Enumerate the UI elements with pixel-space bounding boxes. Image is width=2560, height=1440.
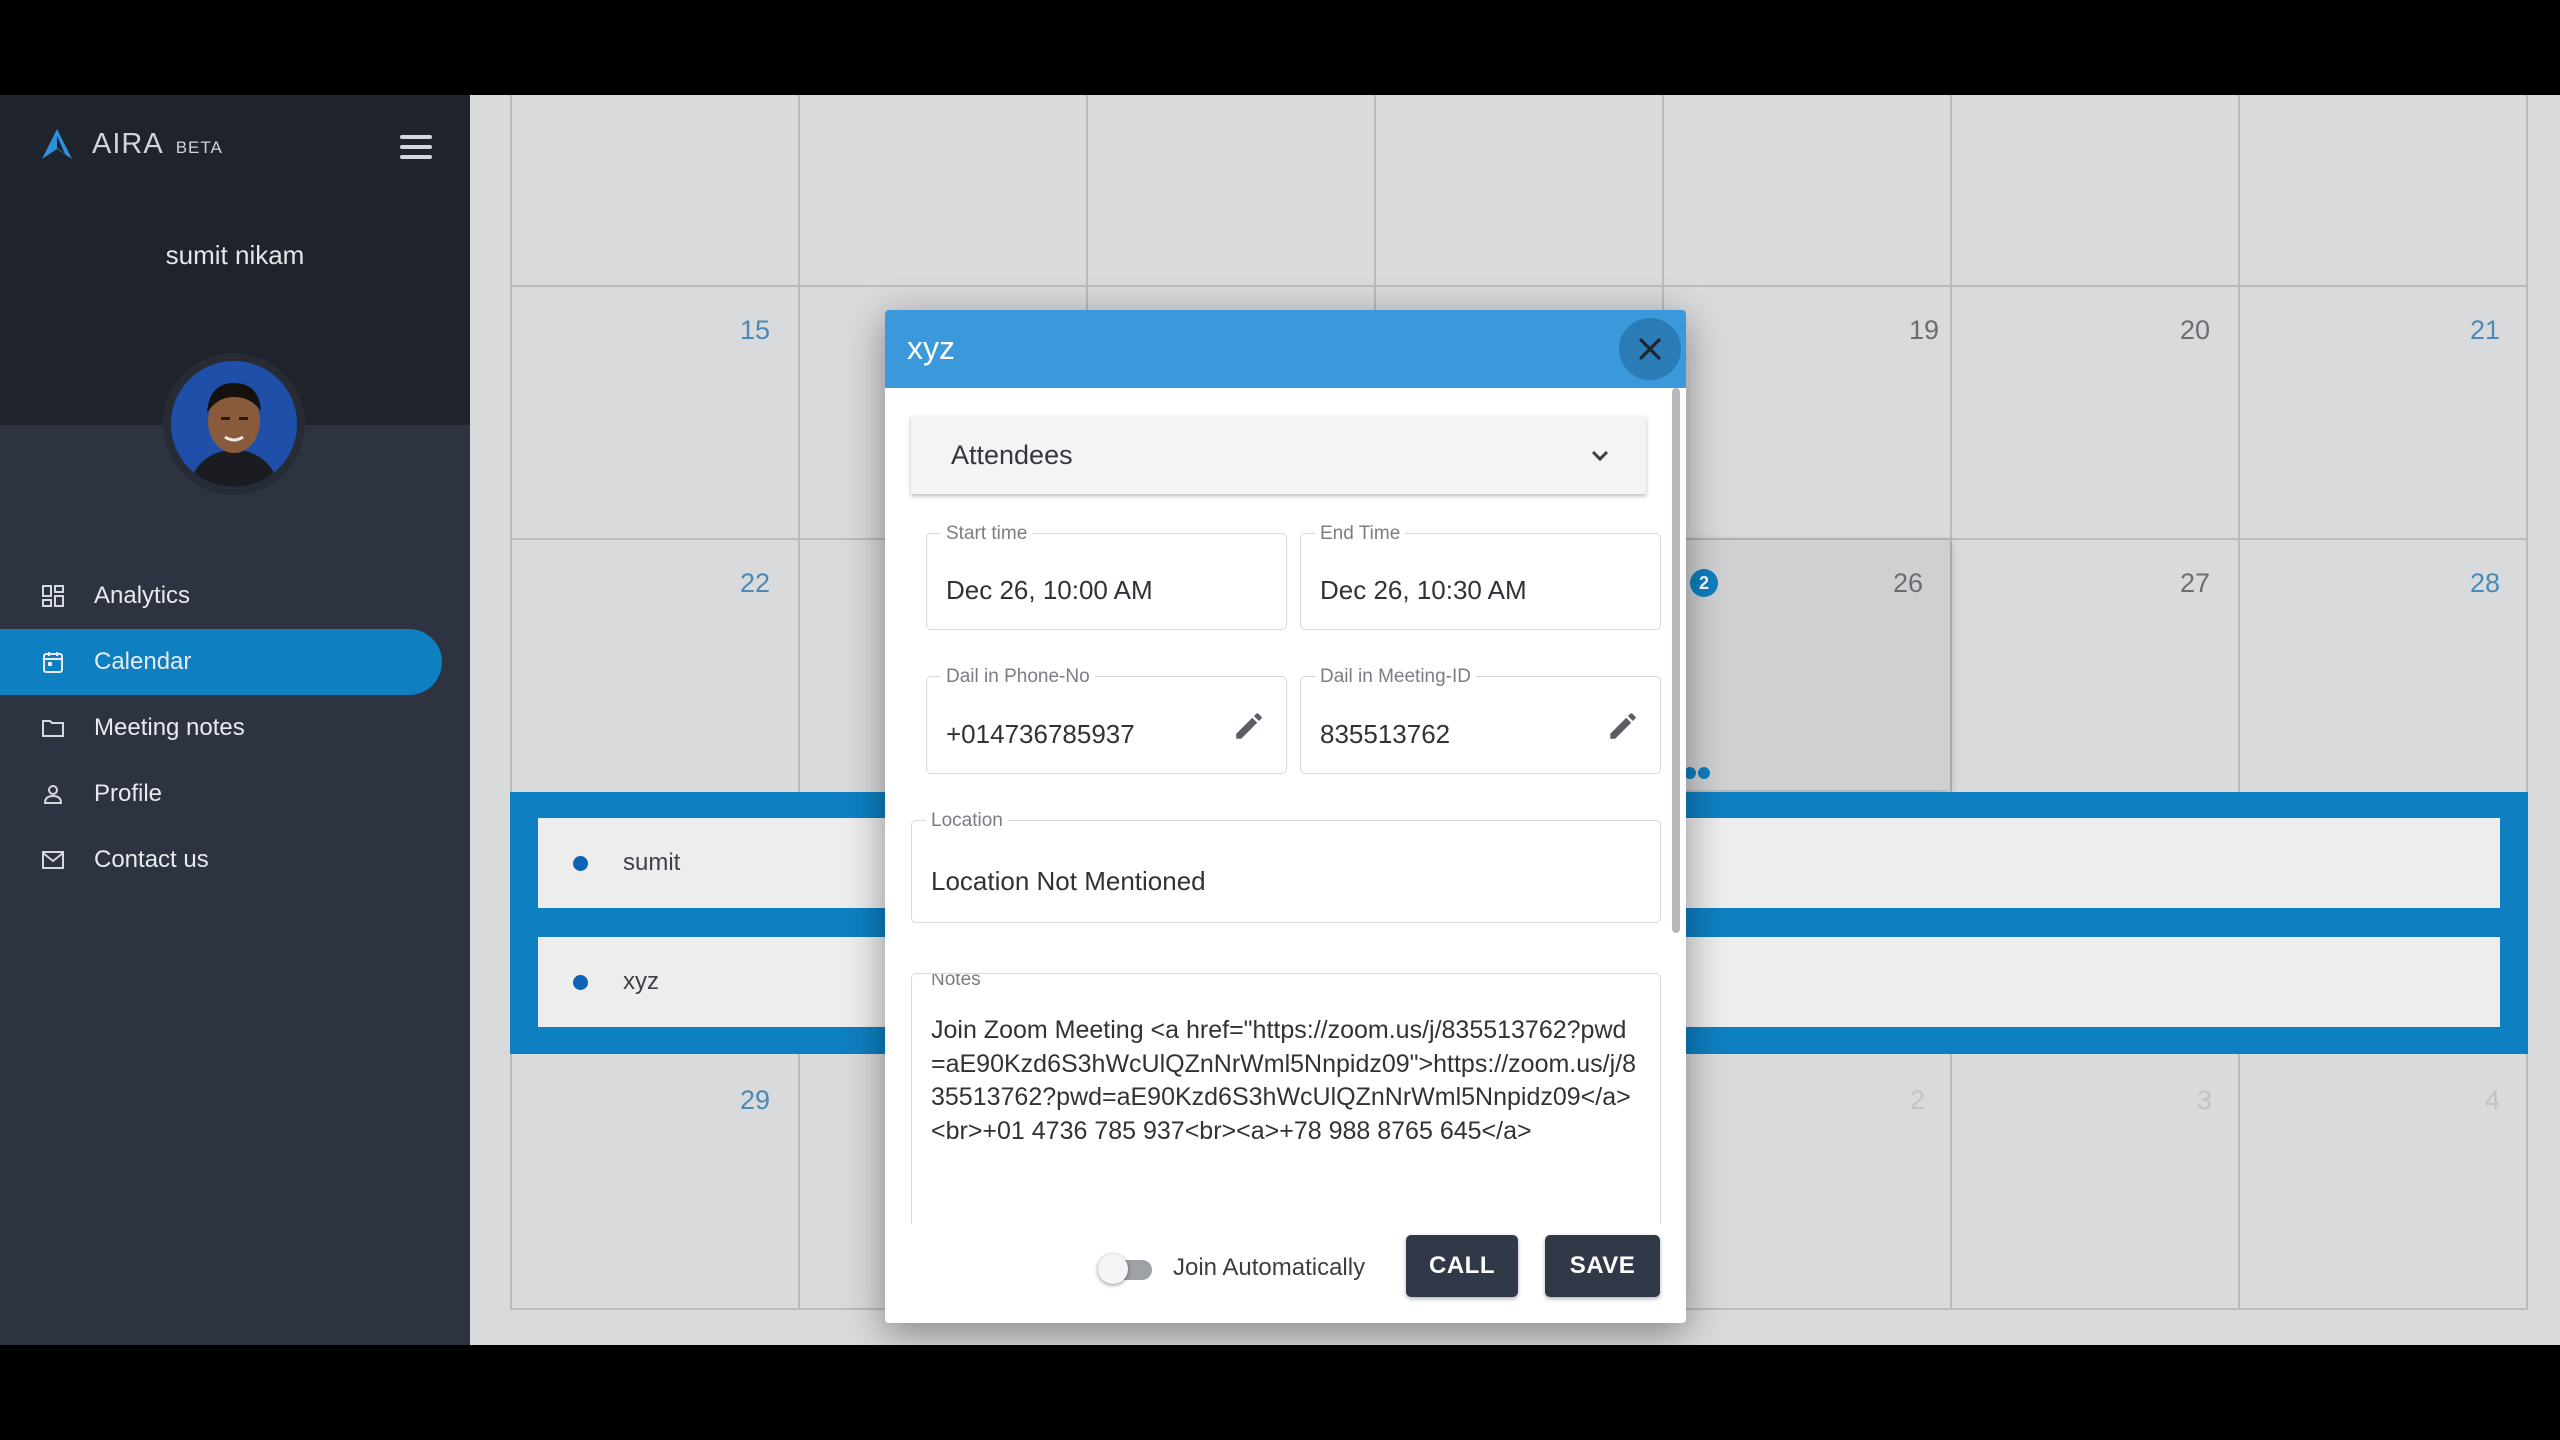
end-time-field[interactable]: End Time Dec 26, 10:30 AM (1300, 523, 1661, 630)
mail-icon (40, 847, 66, 873)
sidebar-item-label: Analytics (94, 582, 191, 609)
call-button[interactable]: CALL (1406, 1235, 1518, 1297)
sidebar-item-label: Profile (94, 780, 163, 807)
meeting-id-field[interactable]: Dail in Meeting-ID 835513762 (1300, 666, 1661, 774)
end-time-value: Dec 26, 10:30 AM (1320, 575, 1527, 605)
event-label: xyz (623, 968, 659, 995)
notes-field[interactable]: Notes Join Zoom Meeting <a href="https:/… (911, 973, 1661, 1224)
sidebar-item-label: Meeting notes (94, 714, 245, 741)
app-window: AIRA BETA sumit nikam Analytics Calendar… (0, 95, 2560, 1345)
sidebar-item-label: Contact us (94, 846, 209, 873)
dialog-title: xyz (907, 330, 955, 366)
brand: AIRA BETA (40, 127, 223, 161)
day-number[interactable]: 4 (2485, 1085, 2500, 1116)
phone-number-field[interactable]: Dail in Phone-No +014736785937 (926, 666, 1287, 774)
end-time-label: End Time (1315, 523, 1406, 545)
chevron-down-icon (1591, 450, 1609, 462)
dialog-header: xyz (885, 310, 1686, 388)
day-number[interactable]: 20 (2180, 315, 2210, 346)
notes-text[interactable]: Join Zoom Meeting <a href="https://zoom.… (931, 1014, 1636, 1148)
hamburger-menu-icon[interactable] (400, 135, 432, 161)
phone-number-label: Dail in Phone-No (941, 666, 1095, 688)
event-dialog: xyz Attendees Start time Dec 26, 10:00 A… (885, 310, 1686, 1323)
start-time-label: Start time (941, 523, 1033, 545)
sidebar-item-calendar[interactable]: Calendar (0, 629, 442, 695)
person-icon (40, 781, 66, 807)
day-number[interactable]: 2 (1910, 1085, 1925, 1116)
start-time-value: Dec 26, 10:00 AM (946, 575, 1153, 605)
calendar-icon (40, 649, 66, 675)
sidebar-item-analytics[interactable]: Analytics (0, 563, 470, 629)
sidebar-item-contact-us[interactable]: Contact us (0, 827, 470, 893)
day-number[interactable]: 29 (740, 1085, 770, 1116)
day-number[interactable]: 22 (740, 568, 770, 599)
dialog-scrollbar[interactable] (1672, 388, 1680, 933)
save-button[interactable]: SAVE (1545, 1235, 1660, 1297)
edit-pencil-icon[interactable] (1232, 709, 1266, 743)
day-number[interactable]: 3 (2197, 1085, 2212, 1116)
meeting-id-label: Dail in Meeting-ID (1315, 666, 1476, 688)
close-button[interactable] (1619, 318, 1681, 380)
sidebar-nav: Analytics Calendar Meeting notes Profile (0, 563, 470, 893)
event-count-badge: 2 (1690, 569, 1718, 597)
sidebar-item-profile[interactable]: Profile (0, 761, 470, 827)
attendees-label: Attendees (951, 439, 1073, 470)
notes-label: Notes (926, 974, 986, 991)
avatar-photo (171, 361, 297, 487)
user-name: sumit nikam (165, 240, 305, 270)
event-dot (1698, 767, 1710, 779)
event-dot (573, 974, 588, 990)
day-number[interactable]: 15 (740, 315, 770, 346)
event-label: sumit (623, 849, 681, 876)
day-number[interactable]: 27 (2180, 568, 2210, 599)
close-icon (1639, 338, 1661, 360)
event-dot (573, 855, 588, 871)
dashboard-icon (40, 583, 66, 609)
day-number[interactable]: 21 (2470, 315, 2500, 346)
day-number[interactable]: 28 (2470, 568, 2500, 599)
aira-logo-icon (42, 129, 72, 159)
location-value: Location Not Mentioned (931, 866, 1206, 896)
folder-icon (40, 715, 66, 741)
join-automatically-label: Join Automatically (1173, 1254, 1366, 1281)
start-time-field[interactable]: Start time Dec 26, 10:00 AM (926, 523, 1287, 630)
beta-tag: BETA (175, 138, 223, 157)
avatar[interactable] (163, 353, 305, 495)
brand-name: AIRA (92, 127, 164, 160)
sidebar: AIRA BETA sumit nikam Analytics Calendar… (0, 95, 470, 1345)
meeting-id-value: 835513762 (1320, 719, 1451, 749)
day-number[interactable]: 19 (1909, 315, 1939, 346)
attendees-accordion[interactable]: Attendees (911, 416, 1646, 494)
phone-number-value: +014736785937 (946, 719, 1135, 749)
location-label: Location (926, 810, 1008, 832)
sidebar-item-meeting-notes[interactable]: Meeting notes (0, 695, 470, 761)
join-automatically-toggle[interactable] (1098, 1252, 1160, 1286)
location-field[interactable]: Location Location Not Mentioned (911, 810, 1661, 923)
day-number[interactable]: 26 (1893, 568, 1923, 599)
sidebar-item-label: Calendar (94, 648, 192, 675)
edit-pencil-icon[interactable] (1606, 709, 1640, 743)
